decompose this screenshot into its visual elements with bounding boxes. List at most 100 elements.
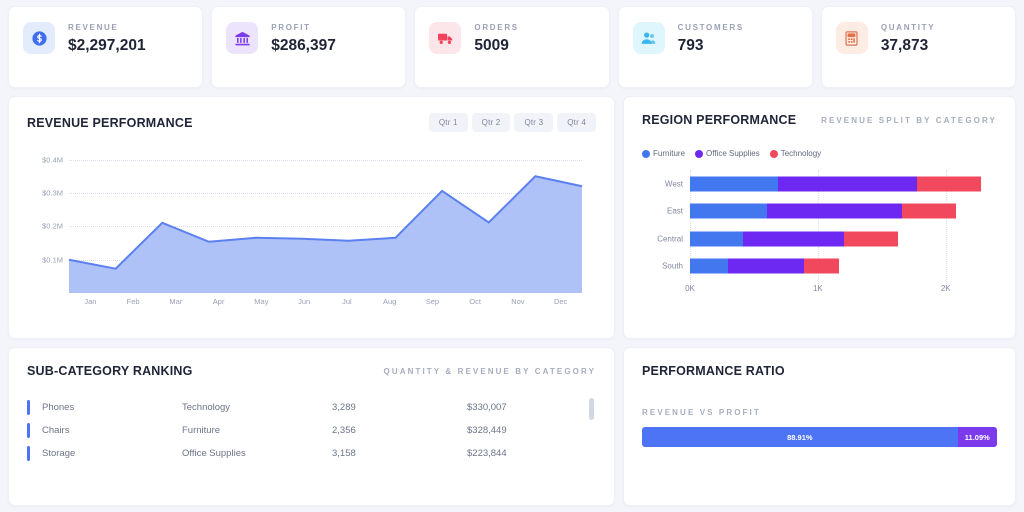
region-bar-segment[interactable]	[690, 259, 728, 274]
revenue-y-tick: $0.1M	[42, 255, 63, 264]
ranking-panel-subtitle: QUANTITY & REVENUE BY CATEGORY	[384, 367, 597, 376]
people-icon	[633, 22, 665, 54]
revenue-area-chart: $0.1M$0.2M$0.3M$0.4M JanFebMarAprMayJunJ…	[27, 150, 596, 325]
quarter-filter-1[interactable]: Qtr 1	[429, 113, 468, 132]
calculator-icon	[836, 22, 868, 54]
region-row-label: East	[667, 207, 683, 216]
ratio-bar: 88.91%11.09%	[642, 427, 997, 447]
kpi-value: $2,297,201	[68, 37, 146, 55]
region-bar-segment[interactable]	[767, 204, 902, 219]
row-category: Furniture	[182, 425, 332, 436]
revenue-x-tick: Sep	[411, 297, 454, 306]
row-category: Office Supplies	[182, 448, 332, 459]
region-bar-segment[interactable]	[804, 259, 839, 274]
revenue-y-axis: $0.1M$0.2M$0.3M$0.4M	[27, 150, 67, 293]
region-bar-segment[interactable]	[778, 176, 917, 191]
kpi-value: 5009	[474, 37, 518, 55]
region-chart-legend: Furniture Office Supplies Technology	[642, 149, 997, 158]
region-bar-segment[interactable]	[902, 204, 956, 219]
quarter-filter-4[interactable]: Qtr 4	[557, 113, 596, 132]
row-revenue: $330,007	[467, 402, 596, 413]
row-revenue: $223,844	[467, 448, 596, 459]
legend-color-dot	[642, 150, 650, 158]
legend-color-dot	[695, 150, 703, 158]
region-row-label: South	[662, 262, 683, 271]
kpi-label: ORDERS	[474, 23, 518, 32]
middle-row: REVENUE PERFORMANCE Qtr 1Qtr 2Qtr 3Qtr 4…	[8, 96, 1016, 339]
revenue-y-tick: $0.4M	[42, 155, 63, 164]
table-row[interactable]: PhonesTechnology3,289$330,007	[27, 396, 596, 419]
quarter-filter-2[interactable]: Qtr 2	[472, 113, 511, 132]
revenue-panel-header: REVENUE PERFORMANCE Qtr 1Qtr 2Qtr 3Qtr 4	[27, 113, 596, 132]
row-quantity: 2,356	[332, 425, 467, 436]
ratio-panel-header: PERFORMANCE RATIO	[642, 364, 997, 378]
region-plot-area	[690, 170, 979, 280]
region-bar-segment[interactable]	[690, 176, 778, 191]
kpi-row: REVENUE $2,297,201 PROFIT$286,397 ORDERS 500…	[8, 6, 1016, 88]
revenue-panel-title: REVENUE PERFORMANCE	[27, 116, 193, 130]
kpi-label: CUSTOMERS	[678, 23, 744, 32]
region-panel-subtitle: REVENUE SPLIT BY CATEGORY	[821, 116, 997, 125]
kpi-value: 37,873	[881, 37, 936, 55]
kpi-card-revenue[interactable]: REVENUE $2,297,201	[8, 6, 203, 88]
kpi-card-profit[interactable]: PROFIT$286,397	[211, 6, 406, 88]
region-bar-segment[interactable]	[743, 231, 844, 246]
revenue-x-tick: Apr	[197, 297, 240, 306]
legend-item-office-supplies[interactable]: Office Supplies	[695, 149, 760, 158]
kpi-label: QUANTITY	[881, 23, 936, 32]
quarter-filter-group: Qtr 1Qtr 2Qtr 3Qtr 4	[429, 113, 596, 132]
revenue-x-tick: Aug	[368, 297, 411, 306]
bottom-row: SUB-CATEGORY RANKING QUANTITY & REVENUE …	[8, 347, 1016, 506]
ratio-segment-revenue[interactable]: 88.91%	[642, 427, 958, 447]
kpi-card-orders[interactable]: ORDERS 5009	[414, 6, 609, 88]
table-row[interactable]: ChairsFurniture2,356$328,449	[27, 419, 596, 442]
region-bar-segment[interactable]	[728, 259, 803, 274]
region-bar-row[interactable]	[690, 259, 839, 274]
row-revenue: $328,449	[467, 425, 596, 436]
row-accent-bar	[27, 400, 30, 415]
dollar-circle-icon	[23, 22, 55, 54]
ranking-panel-header: SUB-CATEGORY RANKING QUANTITY & REVENUE …	[27, 364, 596, 378]
region-bar-chart: WestEastCentralSouth 0K1K2K	[642, 170, 997, 304]
truck-icon	[429, 22, 461, 54]
performance-ratio-panel: PERFORMANCE RATIO REVENUE VS PROFIT 88.9…	[623, 347, 1016, 506]
region-bar-row[interactable]	[690, 231, 898, 246]
legend-item-technology[interactable]: Technology	[770, 149, 821, 158]
ranking-panel-title: SUB-CATEGORY RANKING	[27, 364, 193, 378]
revenue-x-axis: JanFebMarAprMayJunJulAugSepOctNovDec	[69, 297, 582, 306]
row-sub-category: Phones	[42, 402, 182, 413]
revenue-y-tick: $0.3M	[42, 189, 63, 198]
revenue-x-tick: Nov	[497, 297, 540, 306]
region-bar-row[interactable]	[690, 176, 981, 191]
kpi-card-quantity[interactable]: QUANTITY 37,873	[821, 6, 1016, 88]
revenue-x-tick: Mar	[155, 297, 198, 306]
region-bar-segment[interactable]	[844, 231, 898, 246]
revenue-area-fill	[69, 176, 582, 293]
legend-color-dot	[770, 150, 778, 158]
region-x-tick: 0K	[685, 284, 695, 293]
row-sub-category: Storage	[42, 448, 182, 459]
row-quantity: 3,289	[332, 402, 467, 413]
quarter-filter-3[interactable]: Qtr 3	[514, 113, 553, 132]
revenue-x-tick: Feb	[112, 297, 155, 306]
legend-label: Office Supplies	[706, 149, 760, 158]
kpi-value: 793	[678, 37, 744, 55]
kpi-label: REVENUE	[68, 23, 146, 32]
region-bar-row[interactable]	[690, 204, 956, 219]
region-bar-segment[interactable]	[690, 231, 743, 246]
ranking-scrollbar-thumb[interactable]	[589, 398, 594, 420]
region-bar-segment[interactable]	[690, 204, 767, 219]
revenue-x-tick: Dec	[539, 297, 582, 306]
region-row-label: Central	[657, 234, 683, 243]
legend-item-furniture[interactable]: Furniture	[642, 149, 685, 158]
table-row[interactable]: StorageOffice Supplies3,158$223,844	[27, 442, 596, 465]
ratio-segment-profit[interactable]: 11.09%	[958, 427, 997, 447]
ranking-table: PhonesTechnology3,289$330,007ChairsFurni…	[27, 396, 596, 465]
region-bar-segment[interactable]	[917, 176, 981, 191]
legend-label: Technology	[781, 149, 821, 158]
bank-icon	[226, 22, 258, 54]
kpi-card-customers[interactable]: CUSTOMERS 793	[618, 6, 813, 88]
kpi-label: PROFIT	[271, 23, 336, 32]
legend-label: Furniture	[653, 149, 685, 158]
region-performance-panel: REGION PERFORMANCE REVENUE SPLIT BY CATE…	[623, 96, 1016, 339]
